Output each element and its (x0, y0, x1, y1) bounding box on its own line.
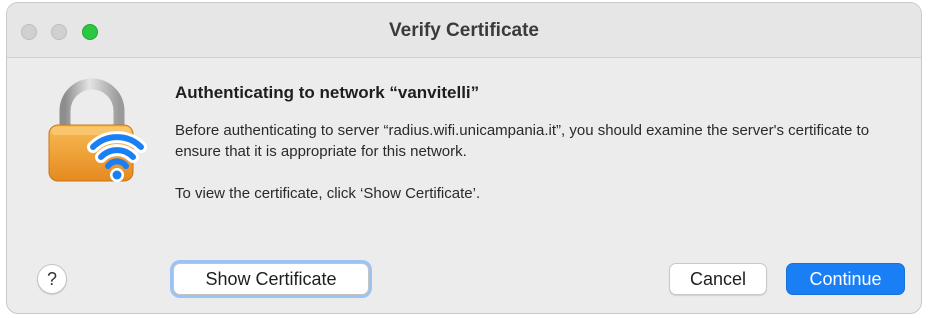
show-certificate-button[interactable]: Show Certificate (173, 263, 369, 295)
continue-button[interactable]: Continue (786, 263, 905, 295)
cancel-button[interactable]: Cancel (669, 263, 767, 295)
certificate-dialog: Verify Certificate Authenticating to net… (6, 2, 922, 314)
title-bar: Verify Certificate (7, 3, 921, 58)
window-title: Verify Certificate (389, 20, 539, 41)
dialog-heading: Authenticating to network “vanvitelli” (175, 83, 480, 102)
help-button[interactable]: ? (37, 264, 67, 294)
dialog-message: Before authenticating to server “radius.… (175, 122, 870, 160)
dialog-hint: To view the certificate, click ‘Show Cer… (175, 185, 481, 202)
lock-wifi-icon (48, 78, 147, 182)
